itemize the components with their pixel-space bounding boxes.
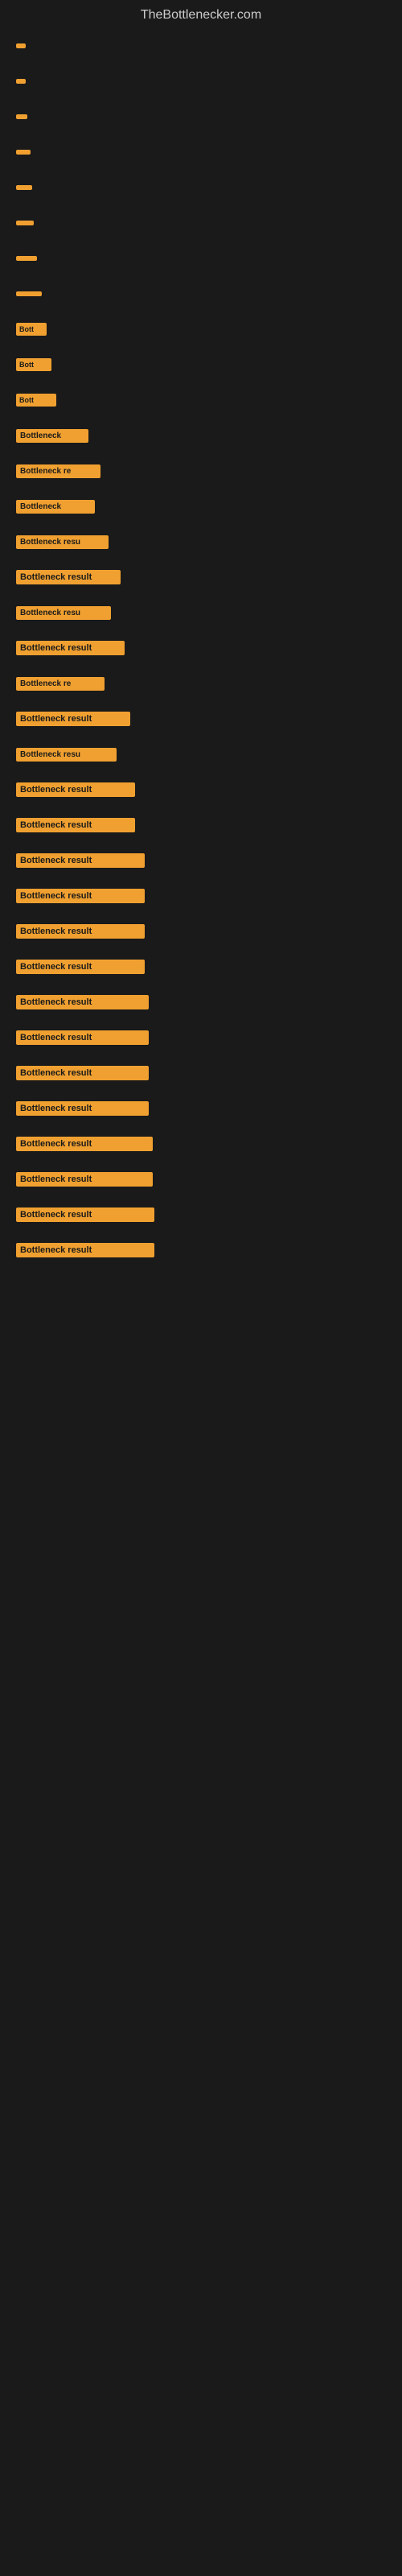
bar-row [16,35,386,57]
bar-label: Bottleneck result [16,1243,154,1257]
bar-label [16,114,27,119]
bar-row: Bottleneck [16,495,386,518]
bar-label [16,291,42,296]
bar-label: Bottleneck result [16,1101,149,1116]
bar-row [16,247,386,270]
bar-row: Bottleneck result [16,708,386,730]
bar-row: Bottleneck result [16,920,386,943]
bar-row: Bottleneck resu [16,530,386,553]
bar-label: Bottleneck result [16,924,145,939]
site-header: TheBottlenecker.com [0,0,402,27]
bar-row: Bottleneck result [16,814,386,836]
bar-label: Bottleneck resu [16,606,111,620]
bar-label: Bottleneck result [16,960,145,974]
bar-row: Bottleneck result [16,1026,386,1049]
bar-row: Bottleneck result [16,1097,386,1120]
bar-label [16,185,32,190]
bar-label: Bottleneck resu [16,535,109,549]
bar-row: Bottleneck re [16,672,386,695]
bar-label: Bottleneck result [16,1137,153,1151]
bar-label: Bottleneck result [16,1030,149,1045]
bar-row: Bottleneck result [16,637,386,659]
bar-row: Bott [16,318,386,341]
bar-label: Bottleneck result [16,570,121,584]
bar-row: Bottleneck result [16,991,386,1013]
bar-label: Bottleneck result [16,712,130,726]
bar-label [16,256,37,261]
bar-row: Bottleneck re [16,460,386,482]
bar-row: Bottleneck result [16,1133,386,1155]
bar-row: Bott [16,353,386,376]
site-title: TheBottlenecker.com [0,0,402,27]
bar-label: Bottleneck re [16,677,105,691]
bar-label: Bottleneck resu [16,748,117,762]
chart-area: Bott Bott Bott Bottleneck Bottleneck re … [0,27,402,1274]
bar-row: Bottleneck result [16,849,386,872]
bar-label: Bott [16,358,51,371]
bar-row [16,105,386,128]
bar-label: Bottleneck [16,500,95,514]
bar-label: Bottleneck result [16,1172,153,1187]
bar-label [16,43,26,48]
bar-label: Bottleneck result [16,782,135,797]
bar-label [16,79,26,84]
bar-row: Bott [16,389,386,411]
bar-row: Bottleneck [16,424,386,447]
bar-row: Bottleneck result [16,1062,386,1084]
bar-row: Bottleneck result [16,956,386,978]
bar-row: Bottleneck result [16,1203,386,1226]
bar-label: Bottleneck result [16,889,145,903]
bar-row: Bottleneck resu [16,743,386,766]
bar-row [16,70,386,93]
bar-label: Bottleneck [16,429,88,443]
bar-row: Bottleneck result [16,1168,386,1191]
bar-label: Bottleneck result [16,995,149,1009]
bar-row: Bottleneck result [16,1239,386,1261]
bar-label: Bottleneck result [16,1208,154,1222]
bar-label: Bott [16,394,56,407]
bar-row [16,176,386,199]
bar-label: Bott [16,323,47,336]
bar-label: Bottleneck re [16,464,100,478]
bar-label [16,150,31,155]
bar-label: Bottleneck result [16,641,125,655]
bar-row: Bottleneck resu [16,601,386,624]
bar-row: Bottleneck result [16,778,386,801]
bar-label [16,221,34,225]
bar-row: Bottleneck result [16,885,386,907]
bar-row [16,212,386,234]
bar-row: Bottleneck result [16,566,386,588]
bar-row [16,283,386,305]
bar-label: Bottleneck result [16,818,135,832]
bar-label: Bottleneck result [16,1066,149,1080]
bar-label: Bottleneck result [16,853,145,868]
bar-row [16,141,386,163]
